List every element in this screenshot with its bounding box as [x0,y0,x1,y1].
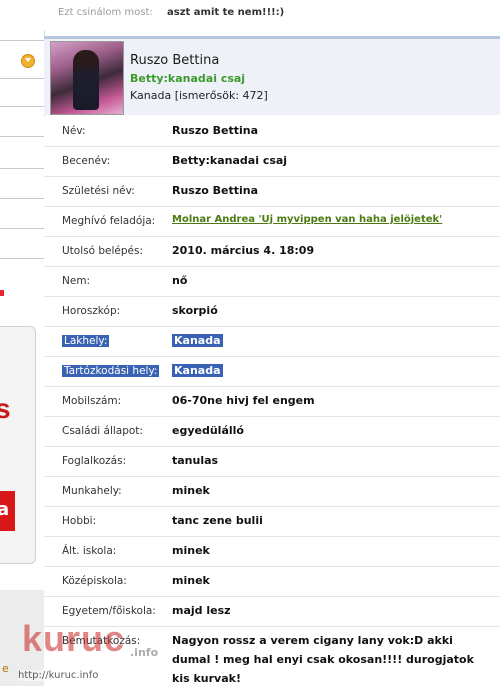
field-label: Családi állapot: [62,425,143,437]
field-value: Ruszo Bettina [172,184,259,197]
field-value: 2010. március 4. 18:09 [172,244,315,257]
watermark-brand: kuruc [22,618,126,659]
sidebar-divider [0,136,44,137]
field-label: Meghívó feladója: [62,215,156,227]
field-row-mobile: Mobilszám: 06-70ne hivj fel engem [44,386,500,417]
sidebar-divider [0,258,44,259]
field-label-selected: Lakhely: [62,335,110,347]
field-row-workplace: Munkahely: minek [44,476,500,507]
field-value: minek [172,544,210,557]
field-label: Munkahely: [62,485,122,497]
field-value: egyedülálló [172,424,244,437]
ad-logo-fragment: s [0,393,11,424]
field-value-introduction: Nagyon rossz a verem cigany lany vok:D a… [172,634,474,685]
expand-arrow-icon[interactable] [21,54,35,68]
field-row-hobby: Hobbi: tanc zene bulii [44,506,500,537]
watermark-suffix: .info [130,646,159,659]
profile-name[interactable]: Ruszo Bettina [130,53,219,68]
sidebar-divider [0,228,44,229]
field-row-secondary-school: Középiskola: minek [44,566,500,597]
watermark: kuruc .info http://kuruc.info [0,618,170,686]
avatar[interactable] [50,41,124,115]
field-value: minek [172,574,210,587]
avatar-person-figure [73,50,99,110]
field-row-last-login: Utolsó belépés: 2010. március 4. 18:09 [44,236,500,267]
field-label: Középiskola: [62,575,127,587]
field-label: Foglalkozás: [62,455,127,467]
field-value: Ruszo Bettina [172,124,259,137]
status-bar: Ezt csinálom most: aszt amit te nem!!!:) [44,0,500,30]
profile-nickname: Betty:kanadai csaj [130,72,246,85]
field-row-birth-name: Születési név: Ruszo Bettina [44,176,500,207]
field-label: Ált. iskola: [62,545,117,557]
sidebar-divider [0,198,44,199]
field-row-occupation: Foglalkozás: tanulas [44,446,500,477]
field-label: Születési név: [62,185,135,197]
field-label: Horoszkóp: [62,305,121,317]
field-value: Betty:kanadai csaj [172,154,288,167]
field-row-inviter: Meghívó feladója: Molnar Andrea 'Uj myvi… [44,206,500,237]
watermark-url: http://kuruc.info [18,670,99,681]
red-marker [0,290,4,296]
profile-details-table: Név: Ruszo Bettina Becenév: Betty:kanada… [44,116,500,686]
field-row-marital-status: Családi állapot: egyedülálló [44,416,500,447]
field-label: Nem: [62,275,91,287]
field-row-name: Név: Ruszo Bettina [44,116,500,147]
status-label: Ezt csinálom most: [58,7,153,18]
sidebar-divider [0,78,44,79]
field-value: tanulas [172,454,219,467]
field-value: majd lesz [172,604,231,617]
status-value: aszt amit te nem!!!:) [167,7,285,18]
field-value: 06-70ne hivj fel engem [172,394,315,407]
field-label: Utolsó belépés: [62,245,144,257]
profile-card: Ruszo Bettina Betty:kanadai csaj Kanada … [44,36,500,115]
field-row-residence: Lakhely: Kanada [44,326,500,357]
field-row-gender: Nem: nő [44,266,500,297]
field-value: tanc zene bulii [172,514,263,527]
left-sidebar-fragment: s a e [0,0,45,686]
inviter-link[interactable]: Molnar Andrea 'Uj myvippen van haha jelö… [172,214,442,225]
sidebar-divider [0,168,44,169]
field-label: Egyetem/főiskola: [62,605,156,617]
ad-panel-fragment: s a [0,326,36,564]
field-row-primary-school: Ált. iskola: minek [44,536,500,567]
field-value-selected: Kanada [172,364,223,377]
field-label-selected: Tartózkodási hely: [62,365,160,377]
field-label: Név: [62,125,86,137]
sidebar-divider [0,40,44,41]
sidebar-divider [0,106,44,107]
field-value: skorpió [172,304,218,317]
field-label: Becenév: [62,155,111,167]
field-value: minek [172,484,210,497]
profile-location-friends[interactable]: Kanada [ismerősök: 472] [130,89,268,102]
field-row-horoscope: Horoszkóp: skorpió [44,296,500,327]
field-value-selected: Kanada [172,334,223,347]
ad-red-button[interactable]: a [0,491,15,531]
field-label: Hobbi: [62,515,97,527]
field-value: nő [172,274,188,287]
field-row-nickname: Becenév: Betty:kanadai csaj [44,146,500,177]
field-label: Mobilszám: [62,395,122,407]
field-row-current-location: Tartózkodási hely: Kanada [44,356,500,387]
